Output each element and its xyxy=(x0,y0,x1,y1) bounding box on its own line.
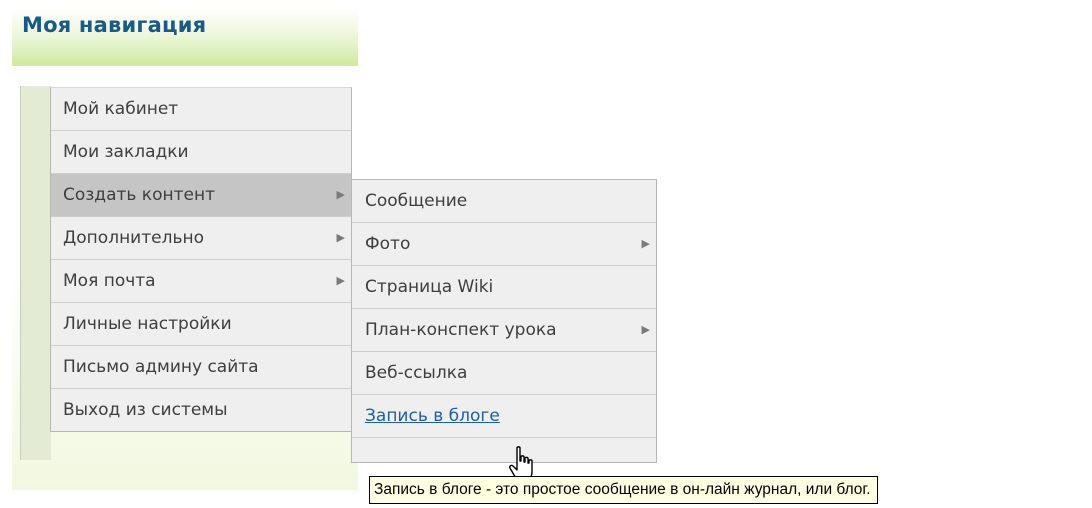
block-title: Моя навигация xyxy=(22,13,207,37)
menu-item-my-mail[interactable]: Моя почта ▶ xyxy=(51,260,351,303)
menu-item-label: Дополнительно xyxy=(63,228,204,248)
menu-item-additional[interactable]: Дополнительно ▶ xyxy=(51,217,351,260)
submenu-arrow-icon: ▶ xyxy=(336,231,345,244)
submenu-item-label: Страница Wiki xyxy=(365,277,494,297)
submenu-item-lesson-plan[interactable]: План-конспект урока ▶ xyxy=(352,309,656,352)
menu-item-label: Создать контент xyxy=(63,185,215,205)
menu-item-bookmarks[interactable]: Мои закладки xyxy=(51,131,351,174)
menu-item-label: Выход из системы xyxy=(63,400,228,420)
submenu-item-web-link[interactable]: Веб-ссылка xyxy=(352,352,656,395)
submenu-item-blog-entry[interactable]: Запись в блоге xyxy=(352,395,656,438)
submenu-item-label: Сообщение xyxy=(365,191,468,211)
submenu-item-label: Веб-ссылка xyxy=(365,363,468,383)
create-content-submenu: Сообщение Фото ▶ Страница Wiki План-конс… xyxy=(351,179,657,463)
submenu-item-message[interactable]: Сообщение xyxy=(352,180,656,223)
submenu-item-wiki-page[interactable]: Страница Wiki xyxy=(352,266,656,309)
submenu-tail xyxy=(352,438,656,462)
blog-entry-link[interactable]: Запись в блоге xyxy=(365,406,500,426)
submenu-item-label: Фото xyxy=(365,234,411,254)
menu-item-my-cabinet[interactable]: Мой кабинет xyxy=(51,88,351,131)
menu-item-label: Мои закладки xyxy=(63,142,189,162)
menu-item-label: Личные настройки xyxy=(63,314,232,334)
menu-item-label: Письмо админу сайта xyxy=(63,357,259,377)
submenu-arrow-icon: ▶ xyxy=(641,237,650,250)
tooltip: Запись в блоге - это простое сообщение в… xyxy=(369,476,878,504)
menu-indent-bar xyxy=(20,86,51,460)
menu-item-message-admin[interactable]: Письмо админу сайта xyxy=(51,346,351,389)
submenu-item-label: План-конспект урока xyxy=(365,320,557,340)
menu-item-personal-settings[interactable]: Личные настройки xyxy=(51,303,351,346)
menu-item-label: Мой кабинет xyxy=(63,99,179,119)
menu-item-logout[interactable]: Выход из системы xyxy=(51,389,351,431)
navigation-menu: Мой кабинет Мои закладки Создать контент… xyxy=(50,87,352,432)
menu-item-label: Моя почта xyxy=(63,271,156,291)
menu-item-create-content[interactable]: Создать контент ▶ xyxy=(51,174,351,217)
submenu-item-photo[interactable]: Фото ▶ xyxy=(352,223,656,266)
submenu-arrow-icon: ▶ xyxy=(641,323,650,336)
submenu-arrow-icon: ▶ xyxy=(336,188,345,201)
submenu-arrow-icon: ▶ xyxy=(336,274,345,287)
